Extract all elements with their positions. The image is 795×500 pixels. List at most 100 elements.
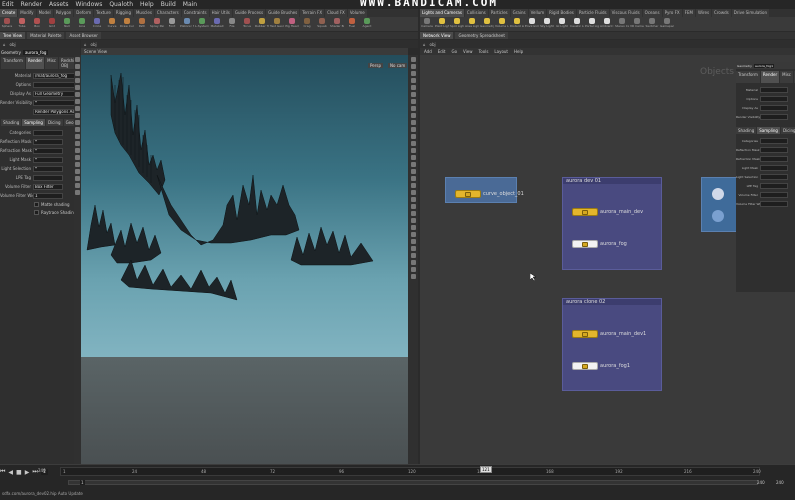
network-box-aurora-clone[interactable]: aurora clone 02: [562, 298, 662, 391]
viewport-tool-icon[interactable]: [410, 232, 416, 237]
viewport-path-label[interactable]: obj: [91, 42, 97, 47]
range-field[interactable]: 240: [38, 468, 46, 473]
tab[interactable]: Create: [0, 9, 18, 17]
viewport-tool-icon[interactable]: [410, 57, 416, 62]
tab[interactable]: Deform: [74, 9, 94, 17]
shelf-tool[interactable]: GI Light: [555, 17, 569, 31]
network-box-lights[interactable]: [701, 177, 739, 232]
param-tab[interactable]: Sampling: [22, 119, 45, 126]
viewport-tool-icon[interactable]: [410, 106, 416, 111]
tab[interactable]: Characters: [154, 9, 181, 17]
shelf-tool[interactable]: Environment Light: [525, 17, 539, 31]
param-field[interactable]: [760, 104, 788, 111]
param-tab[interactable]: Misc: [45, 57, 59, 69]
tab[interactable]: FEM: [682, 9, 695, 17]
tab[interactable]: Lights and Cameras: [420, 9, 464, 17]
viewport-tool-icon[interactable]: [410, 113, 416, 118]
viewport-tool-icon[interactable]: [410, 211, 416, 216]
param-field[interactable]: [760, 173, 788, 180]
scene-viewport[interactable]: Persp No cam: [81, 55, 408, 464]
shelf-tool[interactable]: Box: [30, 17, 44, 31]
viewport-tool-icon[interactable]: [75, 190, 80, 195]
viewport-tool-icon[interactable]: [75, 92, 80, 97]
viewport-tool-icon[interactable]: [410, 162, 416, 167]
network-path-label[interactable]: obj: [430, 42, 436, 47]
network-menu-item[interactable]: Go: [452, 49, 458, 54]
viewport-tool-icon[interactable]: [410, 120, 416, 125]
network-menu-item[interactable]: Add: [424, 49, 432, 54]
viewport-tool-icon[interactable]: [75, 176, 80, 181]
tab[interactable]: Network View: [420, 32, 454, 39]
tab[interactable]: Crowds: [712, 9, 731, 17]
node-aurora-fog[interactable]: aurora_fog: [572, 240, 627, 248]
viewport-tool-icon[interactable]: [410, 92, 416, 97]
viewport-tool-icon[interactable]: [410, 246, 416, 251]
shelf-tool[interactable]: Rubber Toy: [255, 17, 269, 31]
shelf-tool[interactable]: Point Light: [435, 17, 449, 31]
menu-item[interactable]: Assets: [49, 1, 69, 8]
param-tab[interactable]: Render: [25, 57, 45, 69]
param-tab[interactable]: Shading: [736, 127, 757, 134]
shelf-tool[interactable]: Font: [165, 17, 179, 31]
tab[interactable]: Guide Process: [232, 9, 266, 17]
shelf-tool[interactable]: VR Camera: [630, 17, 644, 31]
shelf-tool[interactable]: Metaball: [210, 17, 224, 31]
viewport-tool-icon[interactable]: [75, 141, 80, 146]
param-tab[interactable]: Dicing: [45, 119, 63, 126]
shelf-tool[interactable]: Sphere: [0, 17, 14, 31]
viewport-tool-icon[interactable]: [410, 267, 416, 272]
network-menu-item[interactable]: Tools: [479, 49, 489, 54]
shelf-tool[interactable]: Platonic Solids: [180, 17, 194, 31]
shelf-tool[interactable]: Line: [75, 17, 89, 31]
viewport-tool-icon[interactable]: [410, 225, 416, 230]
tab[interactable]: Texture: [94, 9, 113, 17]
tab[interactable]: Volume: [347, 9, 367, 17]
shelf-tool[interactable]: Circle: [90, 17, 104, 31]
shelf-tool[interactable]: Camera: [420, 17, 434, 31]
checkbox-row[interactable]: Matte shading: [0, 200, 80, 208]
timeline-ruler[interactable]: 124487296120144168192216240: [60, 467, 761, 476]
param-field[interactable]: [760, 137, 788, 144]
shelf-tool[interactable]: Geometry Light: [480, 17, 494, 31]
viewport-tool-icon[interactable]: [410, 64, 416, 69]
checkbox-row[interactable]: Raytrace Shading: [0, 208, 80, 216]
tab[interactable]: Rigging: [113, 9, 133, 17]
viewport-tool-icon[interactable]: [75, 85, 80, 90]
skip-end-icon[interactable]: ⏭: [32, 468, 37, 476]
viewport-tool-icon[interactable]: [75, 99, 80, 104]
tab[interactable]: Drive Simulation: [731, 9, 769, 17]
param-field[interactable]: [760, 146, 788, 153]
shelf-tool[interactable]: Test Geometry: [270, 17, 284, 31]
param-field[interactable]: [760, 113, 788, 120]
home-icon[interactable]: ⌂: [84, 42, 87, 47]
param-field[interactable]: [33, 81, 77, 88]
skip-start-icon[interactable]: ⏮: [0, 468, 5, 476]
viewport-tool-icon[interactable]: [75, 169, 80, 174]
param-field[interactable]: *: [33, 165, 63, 172]
param-field[interactable]: [33, 129, 63, 136]
menu-item[interactable]: Help: [140, 1, 154, 8]
shelf-tool[interactable]: Distant Light: [510, 17, 524, 31]
end-frame-field[interactable]: 240: [757, 480, 765, 485]
tab[interactable]: Viscous Fluids: [609, 9, 642, 17]
viewport-tool-icon[interactable]: [75, 148, 80, 153]
param-tab[interactable]: Shading: [1, 119, 22, 126]
menu-item[interactable]: Build: [161, 1, 176, 8]
viewport-tool-icon[interactable]: [410, 253, 416, 258]
viewport-tool-icon[interactable]: [75, 78, 80, 83]
param-tab[interactable]: Transform: [736, 71, 760, 83]
viewport-tool-icon[interactable]: [410, 127, 416, 132]
viewport-tool-icon[interactable]: [410, 71, 416, 76]
tab[interactable]: Muscles: [133, 9, 154, 17]
shelf-tool[interactable]: Caustic Light: [570, 17, 584, 31]
param-field[interactable]: Box Filter: [33, 183, 63, 190]
viewport-tool-icon[interactable]: [75, 162, 80, 167]
viewport-tool-icon[interactable]: [410, 99, 416, 104]
viewport-tool-icon[interactable]: [410, 260, 416, 265]
shelf-tool[interactable]: Spray Paint: [150, 17, 164, 31]
param-field[interactable]: [33, 174, 63, 181]
shelf-tool[interactable]: Fuel: [345, 17, 359, 31]
shelf-tool[interactable]: Stereo Camera: [615, 17, 629, 31]
tab[interactable]: Model: [36, 9, 53, 17]
menu-item[interactable]: Edit: [2, 1, 14, 8]
